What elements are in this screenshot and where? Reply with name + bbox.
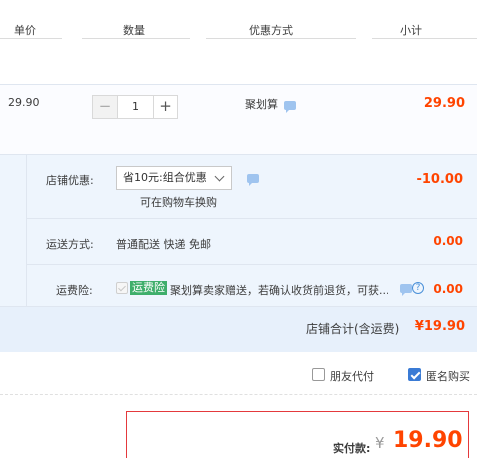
header-unit-price: 单价 [14, 24, 36, 37]
shipping-method: 普通配送 快递 免邮 [116, 238, 211, 251]
chevron-down-icon [214, 171, 225, 182]
insurance-tag: 运费险 [130, 281, 167, 295]
insurance-checkbox [116, 282, 128, 294]
payment-summary-box: 实付款: ¥ 19.90 [126, 411, 469, 458]
item-subtotal: 29.90 [423, 96, 465, 111]
anonymous-purchase-label[interactable]: 匿名购买 [426, 368, 470, 384]
friend-pay-checkbox[interactable] [312, 368, 325, 381]
shop-total-amount: ¥19.90 [414, 319, 465, 334]
message-icon[interactable] [284, 101, 296, 113]
header-promotion: 优惠方式 [249, 24, 293, 37]
payment-amount: 19.90 [393, 428, 463, 453]
quantity-decrease-button[interactable]: − [93, 96, 117, 118]
message-icon[interactable] [400, 284, 412, 296]
panel-divider [26, 154, 27, 306]
currency-symbol: ¥ [375, 434, 385, 452]
section-divider [0, 394, 477, 395]
header-subtotal: 小计 [400, 24, 422, 37]
shop-discount-selected: 省10元:组合优惠 [123, 171, 207, 184]
product-row [0, 84, 477, 154]
anonymous-purchase-checkbox[interactable] [408, 368, 421, 381]
message-icon[interactable] [247, 174, 259, 186]
help-icon[interactable]: ? [412, 282, 424, 294]
shop-total-label: 店铺合计(含运费) [306, 322, 400, 336]
shipping-amount: 0.00 [433, 234, 463, 248]
payment-label: 实付款: [333, 442, 371, 455]
shipping-label: 运送方式: [46, 238, 94, 251]
header-divider [82, 38, 190, 39]
header-divider [0, 38, 62, 39]
promotion-method: 聚划算 [245, 98, 278, 111]
header-divider [372, 38, 477, 39]
quantity-increase-button[interactable]: + [153, 96, 177, 118]
panel-divider [26, 218, 477, 219]
cart-exchange-link[interactable]: 可在购物车换购 [140, 194, 217, 210]
shop-discount-select[interactable]: 省10元:组合优惠 [116, 166, 232, 190]
insurance-amount: 0.00 [433, 282, 463, 296]
insurance-label: 运费险: [56, 284, 93, 297]
quantity-stepper[interactable]: − 1 + [92, 95, 178, 119]
quantity-input[interactable]: 1 [117, 96, 153, 118]
shop-total-row [0, 306, 477, 352]
unit-price: 29.90 [8, 96, 40, 109]
shop-discount-label: 店铺优惠: [46, 174, 94, 187]
friend-pay-label[interactable]: 朋友代付 [330, 368, 374, 384]
insurance-description: 聚划算卖家赠送，若确认收货前退货，可获... [170, 284, 388, 297]
panel-divider [26, 264, 477, 265]
header-divider [206, 38, 356, 39]
shop-discount-amount: -10.00 [416, 172, 463, 187]
header-quantity: 数量 [123, 24, 145, 37]
